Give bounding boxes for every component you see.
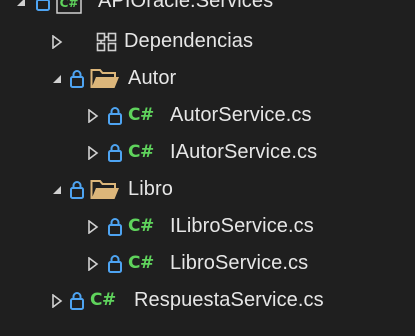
chevron-collapsed-icon[interactable] bbox=[86, 108, 100, 123]
svg-text:C#: C# bbox=[60, 0, 79, 10]
chevron-collapsed-icon[interactable] bbox=[50, 293, 64, 308]
lock-icon bbox=[108, 254, 122, 273]
lock-icon bbox=[70, 69, 84, 88]
tree-item-file[interactable]: C# RespuestaService.cs bbox=[0, 282, 415, 319]
csharp-file-icon: C# bbox=[128, 252, 154, 273]
dependencies-icon bbox=[96, 32, 118, 52]
lock-icon bbox=[108, 106, 122, 125]
solution-explorer-tree: C# APIOracle.Services Dependencias Autor… bbox=[0, 0, 415, 336]
file-label: RespuestaService.cs bbox=[134, 288, 324, 311]
tree-item-dependencies[interactable]: Dependencias bbox=[0, 23, 415, 60]
chevron-collapsed-icon[interactable] bbox=[86, 219, 100, 234]
dependencies-label: Dependencias bbox=[124, 29, 254, 52]
chevron-expanded-icon[interactable] bbox=[14, 0, 28, 9]
csharp-file-icon: C# bbox=[128, 141, 154, 162]
lock-icon bbox=[108, 217, 122, 236]
lock-icon bbox=[108, 143, 122, 162]
lock-icon bbox=[70, 291, 84, 310]
chevron-collapsed-icon[interactable] bbox=[50, 34, 64, 49]
tree-item-file[interactable]: C# ILibroService.cs bbox=[0, 208, 415, 245]
tree-item-folder-libro[interactable]: Libro bbox=[0, 171, 415, 208]
project-label: APIOracle.Services bbox=[98, 0, 274, 12]
tree-item-project[interactable]: C# APIOracle.Services bbox=[0, 0, 415, 20]
folder-open-icon bbox=[90, 68, 120, 90]
tree-item-file[interactable]: C# AutorService.cs bbox=[0, 97, 415, 134]
csharp-file-icon: C# bbox=[128, 104, 154, 125]
tree-item-folder-autor[interactable]: Autor bbox=[0, 60, 415, 97]
lock-icon bbox=[70, 180, 84, 199]
chevron-expanded-icon[interactable] bbox=[50, 183, 64, 197]
chevron-collapsed-icon[interactable] bbox=[86, 145, 100, 160]
csharp-project-icon: C# bbox=[56, 0, 82, 14]
file-label: IAutorService.cs bbox=[170, 140, 318, 163]
file-label: LibroService.cs bbox=[170, 251, 309, 274]
tree-item-file[interactable]: C# IAutorService.cs bbox=[0, 134, 415, 171]
file-label: AutorService.cs bbox=[170, 103, 312, 126]
folder-open-icon bbox=[90, 179, 120, 201]
file-label: ILibroService.cs bbox=[170, 214, 314, 237]
folder-label: Autor bbox=[128, 66, 177, 89]
chevron-expanded-icon[interactable] bbox=[50, 72, 64, 86]
lock-icon bbox=[36, 0, 50, 11]
chevron-collapsed-icon[interactable] bbox=[86, 256, 100, 271]
csharp-file-icon: C# bbox=[90, 289, 116, 310]
csharp-file-icon: C# bbox=[128, 215, 154, 236]
tree-item-file[interactable]: C# LibroService.cs bbox=[0, 245, 415, 282]
folder-label: Libro bbox=[128, 177, 173, 200]
